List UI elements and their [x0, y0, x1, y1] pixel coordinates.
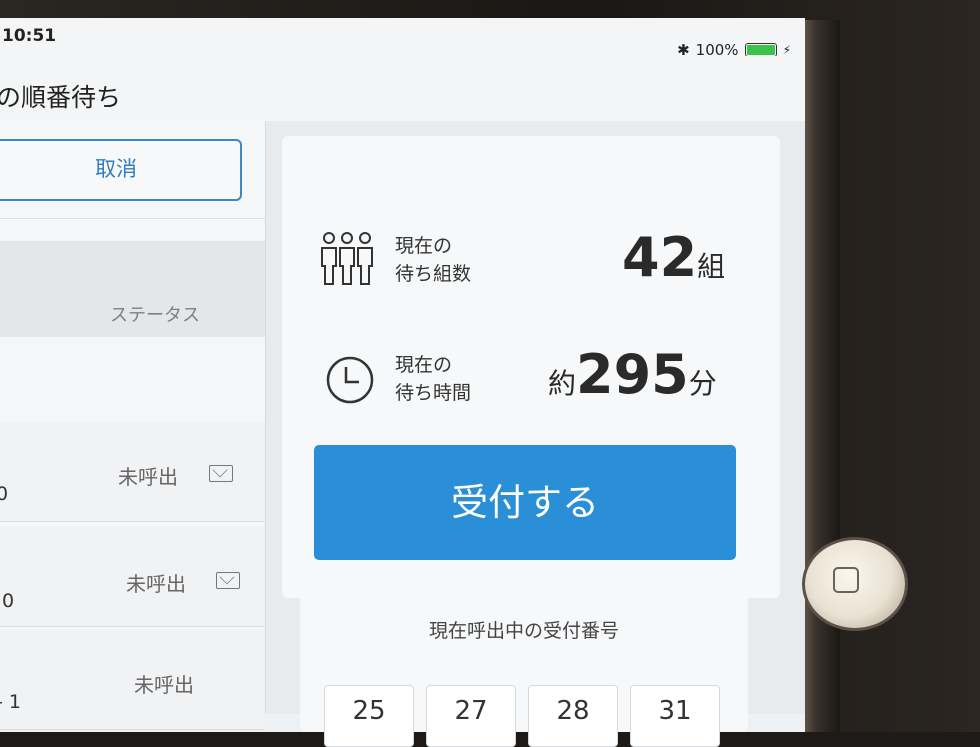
row-number: 0 — [0, 483, 9, 505]
cancel-button[interactable]: 取消 — [0, 139, 242, 201]
calling-title: 現在呼出中の受付番号 — [428, 620, 619, 642]
groups-unit: 組 — [697, 250, 726, 283]
time-label-line2: 待ち時間 — [395, 382, 472, 404]
status-header-label: ステータス — [110, 305, 200, 326]
home-square-icon — [833, 567, 859, 593]
calling-number: 28 — [528, 685, 618, 747]
people-group-icon — [321, 232, 373, 285]
calling-number: 27 — [426, 685, 516, 747]
time-prefix: 約 — [548, 367, 577, 400]
calling-number: 31 — [630, 685, 720, 747]
groups-number: 42 — [622, 226, 698, 289]
groups-label-line1: 現在の — [395, 235, 453, 257]
charging-icon: ⚡ — [782, 43, 791, 57]
list-row[interactable]: 未呼出 0 — [0, 421, 265, 522]
time-label: 現在の 待ち時間 — [395, 351, 471, 407]
page-title: の順番待ち — [0, 83, 122, 112]
clock-icon — [326, 356, 374, 404]
groups-label-line2: 待ち組数 — [395, 263, 472, 285]
row-status: 未呼出 — [126, 572, 186, 596]
divider — [0, 218, 265, 219]
accept-button[interactable]: 受付する — [314, 445, 736, 560]
list-row[interactable]: 未呼出 - 1 — [0, 629, 265, 730]
row-status: 未呼出 — [118, 465, 178, 489]
time-number: 295 — [576, 343, 689, 406]
groups-value: 42組 — [622, 226, 725, 289]
row-number: - 1 — [0, 691, 21, 713]
status-column-header: ステータス — [0, 241, 265, 337]
queue-list-panel: 取消 ステータス 未呼出 0 未呼出 0 未呼出 - 1 — [0, 121, 266, 730]
home-button[interactable] — [805, 540, 905, 628]
status-time: 10:51 — [2, 26, 57, 46]
row-number: 0 — [2, 590, 15, 612]
groups-label: 現在の 待ち組数 — [395, 232, 471, 288]
device-bezel — [800, 20, 840, 732]
time-unit: 分 — [688, 367, 717, 400]
time-label-line1: 現在の — [395, 354, 453, 376]
status-bar: 10:51 ✱ 100% ⚡ — [0, 18, 805, 59]
calling-number: 25 — [324, 685, 414, 747]
calling-numbers-card: 現在呼出中の受付番号 25 27 28 31 — [300, 592, 748, 747]
list-row[interactable]: 未呼出 0 — [0, 526, 265, 627]
battery-icon — [744, 43, 777, 57]
row-status: 未呼出 — [134, 673, 194, 697]
mail-icon[interactable] — [216, 572, 240, 589]
time-value: 約295分 — [548, 343, 717, 406]
mail-icon[interactable] — [209, 465, 233, 482]
